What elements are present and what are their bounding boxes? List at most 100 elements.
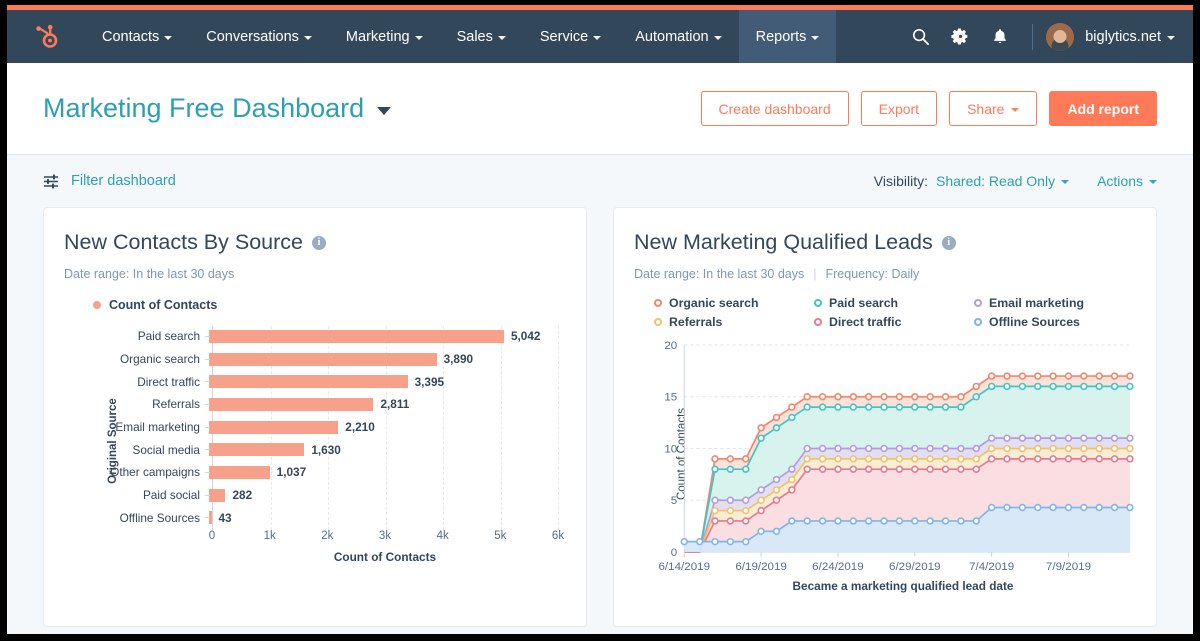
data-point-offline-sources[interactable] bbox=[897, 518, 903, 524]
data-point-paid-search[interactable] bbox=[958, 404, 964, 410]
bar-chart-row[interactable]: Direct traffic3,395 bbox=[91, 375, 560, 389]
data-point-organic-search[interactable] bbox=[897, 394, 903, 400]
data-point-direct-traffic[interactable] bbox=[1050, 456, 1056, 462]
data-point-direct-traffic[interactable] bbox=[1112, 456, 1118, 462]
add-report-button[interactable]: Add report bbox=[1049, 91, 1157, 126]
data-point-paid-search[interactable] bbox=[835, 404, 841, 410]
data-point-referrals[interactable] bbox=[1127, 446, 1133, 452]
data-point-organic-search[interactable] bbox=[774, 415, 780, 421]
data-point-direct-traffic[interactable] bbox=[1035, 456, 1041, 462]
data-point-paid-search[interactable] bbox=[820, 404, 826, 410]
filter-dashboard-button[interactable]: Filter dashboard bbox=[43, 173, 176, 189]
data-point-referrals[interactable] bbox=[897, 456, 903, 462]
legend-item-offline-sources[interactable]: Offline Sources bbox=[974, 315, 1130, 329]
data-point-direct-traffic[interactable] bbox=[758, 508, 764, 514]
data-point-paid-search[interactable] bbox=[712, 466, 718, 472]
gear-icon[interactable] bbox=[940, 10, 980, 63]
data-point-offline-sources[interactable] bbox=[1127, 505, 1133, 511]
data-point-paid-search[interactable] bbox=[1112, 384, 1118, 390]
data-point-email-marketing[interactable] bbox=[1050, 435, 1056, 441]
bar[interactable] bbox=[209, 398, 373, 411]
legend-item-paid-search[interactable]: Paid search bbox=[814, 296, 970, 310]
data-point-email-marketing[interactable] bbox=[820, 446, 826, 452]
data-point-direct-traffic[interactable] bbox=[958, 466, 964, 472]
data-point-organic-search[interactable] bbox=[804, 394, 810, 400]
data-point-email-marketing[interactable] bbox=[1019, 435, 1025, 441]
data-point-paid-search[interactable] bbox=[1050, 384, 1056, 390]
data-point-paid-search[interactable] bbox=[897, 404, 903, 410]
data-point-paid-search[interactable] bbox=[1019, 384, 1025, 390]
data-point-direct-traffic[interactable] bbox=[1081, 456, 1087, 462]
data-point-direct-traffic[interactable] bbox=[1096, 456, 1102, 462]
data-point-offline-sources[interactable] bbox=[789, 518, 795, 524]
data-point-referrals[interactable] bbox=[774, 487, 780, 493]
data-point-direct-traffic[interactable] bbox=[973, 466, 979, 472]
bar[interactable] bbox=[209, 353, 437, 366]
data-point-referrals[interactable] bbox=[1096, 446, 1102, 452]
data-point-organic-search[interactable] bbox=[758, 425, 764, 431]
nav-item-contacts[interactable]: Contacts bbox=[85, 10, 189, 63]
data-point-email-marketing[interactable] bbox=[897, 446, 903, 452]
data-point-direct-traffic[interactable] bbox=[897, 466, 903, 472]
data-point-referrals[interactable] bbox=[1112, 446, 1118, 452]
data-point-email-marketing[interactable] bbox=[989, 435, 995, 441]
data-point-offline-sources[interactable] bbox=[1050, 505, 1056, 511]
data-point-organic-search[interactable] bbox=[1050, 373, 1056, 379]
legend-item-email-marketing[interactable]: Email marketing bbox=[974, 296, 1130, 310]
data-point-offline-sources[interactable] bbox=[1096, 505, 1102, 511]
legend-item-organic-search[interactable]: Organic search bbox=[654, 296, 810, 310]
nav-item-sales[interactable]: Sales bbox=[440, 10, 523, 63]
legend-item-direct-traffic[interactable]: Direct traffic bbox=[814, 315, 970, 329]
data-point-paid-search[interactable] bbox=[943, 404, 949, 410]
data-point-referrals[interactable] bbox=[820, 456, 826, 462]
data-point-paid-search[interactable] bbox=[1127, 384, 1133, 390]
data-point-organic-search[interactable] bbox=[1112, 373, 1118, 379]
nav-item-service[interactable]: Service bbox=[523, 10, 618, 63]
data-point-offline-sources[interactable] bbox=[958, 518, 964, 524]
data-point-referrals[interactable] bbox=[712, 508, 718, 514]
data-point-offline-sources[interactable] bbox=[727, 539, 733, 545]
actions-dropdown[interactable]: Actions bbox=[1097, 173, 1157, 189]
data-point-email-marketing[interactable] bbox=[973, 446, 979, 452]
data-point-email-marketing[interactable] bbox=[958, 446, 964, 452]
data-point-direct-traffic[interactable] bbox=[866, 466, 872, 472]
data-point-referrals[interactable] bbox=[1050, 446, 1056, 452]
data-point-paid-search[interactable] bbox=[850, 404, 856, 410]
data-point-direct-traffic[interactable] bbox=[743, 518, 749, 524]
bar-chart-row[interactable]: Email marketing2,210 bbox=[91, 420, 560, 434]
data-point-offline-sources[interactable] bbox=[1035, 505, 1041, 511]
data-point-direct-traffic[interactable] bbox=[989, 456, 995, 462]
visibility-dropdown[interactable]: Shared: Read Only bbox=[936, 173, 1069, 189]
data-point-organic-search[interactable] bbox=[866, 394, 872, 400]
data-point-offline-sources[interactable] bbox=[1019, 505, 1025, 511]
data-point-paid-search[interactable] bbox=[774, 425, 780, 431]
data-point-email-marketing[interactable] bbox=[881, 446, 887, 452]
dashboard-title-menu[interactable]: Marketing Free Dashboard bbox=[43, 93, 391, 124]
data-point-offline-sources[interactable] bbox=[973, 518, 979, 524]
account-menu[interactable]: biglytics.net bbox=[1085, 29, 1175, 45]
bar-chart-row[interactable]: Social media1,630 bbox=[91, 443, 560, 457]
data-point-referrals[interactable] bbox=[743, 508, 749, 514]
hubspot-logo[interactable] bbox=[19, 10, 75, 63]
data-point-offline-sources[interactable] bbox=[820, 518, 826, 524]
data-point-email-marketing[interactable] bbox=[1035, 435, 1041, 441]
bar[interactable] bbox=[209, 421, 338, 434]
data-point-organic-search[interactable] bbox=[927, 394, 933, 400]
export-button[interactable]: Export bbox=[861, 91, 937, 126]
bar-chart-row[interactable]: Paid social282 bbox=[91, 488, 560, 502]
data-point-offline-sources[interactable] bbox=[866, 518, 872, 524]
data-point-email-marketing[interactable] bbox=[804, 446, 810, 452]
nav-item-reports[interactable]: Reports bbox=[739, 10, 837, 63]
data-point-offline-sources[interactable] bbox=[1066, 505, 1072, 511]
data-point-organic-search[interactable] bbox=[1019, 373, 1025, 379]
data-point-direct-traffic[interactable] bbox=[850, 466, 856, 472]
data-point-organic-search[interactable] bbox=[1096, 373, 1102, 379]
data-point-email-marketing[interactable] bbox=[1081, 435, 1087, 441]
data-point-referrals[interactable] bbox=[1004, 446, 1010, 452]
data-point-referrals[interactable] bbox=[1019, 446, 1025, 452]
data-point-paid-search[interactable] bbox=[1004, 384, 1010, 390]
create-dashboard-button[interactable]: Create dashboard bbox=[701, 91, 849, 126]
bar[interactable] bbox=[209, 466, 270, 479]
data-point-referrals[interactable] bbox=[866, 456, 872, 462]
data-point-direct-traffic[interactable] bbox=[1127, 456, 1133, 462]
